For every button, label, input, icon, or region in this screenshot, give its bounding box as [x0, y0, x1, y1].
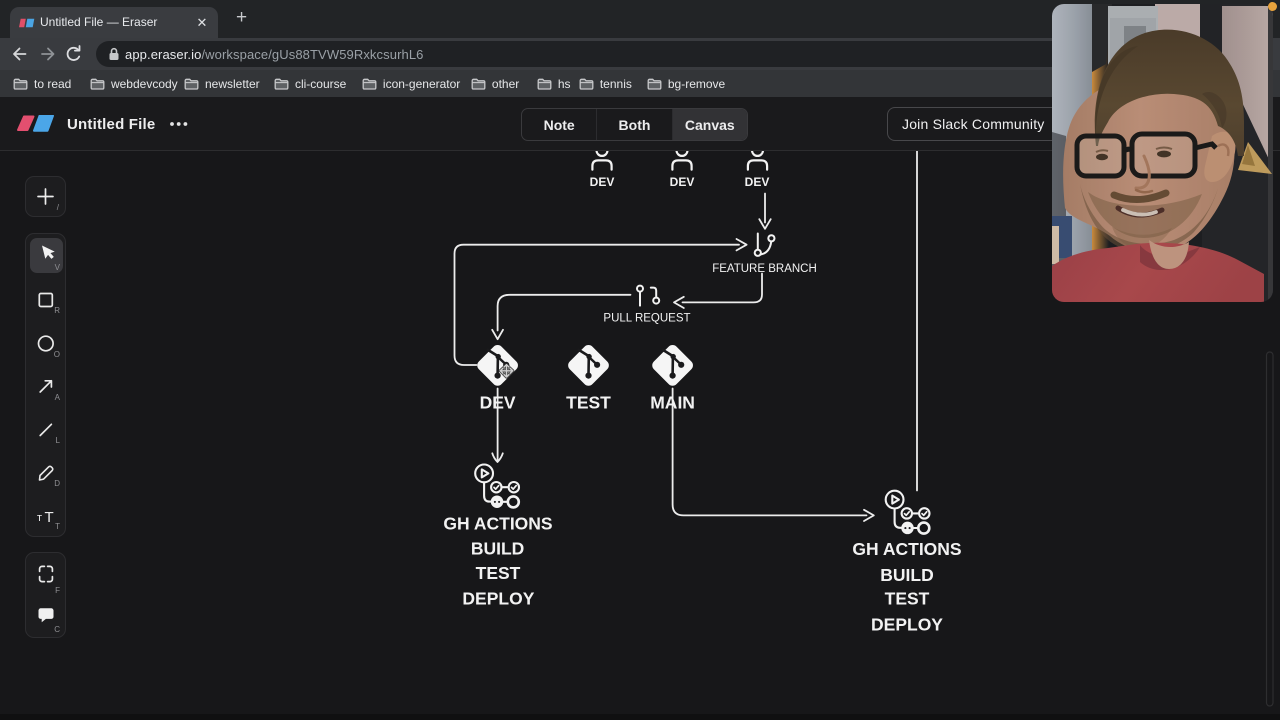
- svg-text:MAIN: MAIN: [650, 392, 695, 412]
- svg-text:DEV: DEV: [480, 392, 516, 412]
- svg-text:BUILD: BUILD: [471, 539, 524, 559]
- svg-text:TEST: TEST: [885, 589, 930, 609]
- svg-text:GH ACTIONS: GH ACTIONS: [852, 539, 961, 559]
- svg-text:т: т: [37, 512, 42, 524]
- svg-text:BUILD: BUILD: [880, 565, 933, 585]
- svg-text:PULL REQUEST: PULL REQUEST: [603, 312, 690, 324]
- svg-text:DEV: DEV: [670, 175, 695, 189]
- svg-text:T: T: [45, 509, 54, 526]
- svg-text:DEV: DEV: [590, 175, 615, 189]
- svg-text:DEV: DEV: [745, 175, 770, 189]
- svg-text:TEST: TEST: [566, 392, 611, 412]
- svg-text:TEST: TEST: [476, 563, 521, 583]
- svg-text:DEPLOY: DEPLOY: [462, 589, 534, 609]
- svg-text:GH ACTIONS: GH ACTIONS: [443, 514, 552, 534]
- svg-text:DEPLOY: DEPLOY: [871, 615, 943, 635]
- svg-text:FEATURE BRANCH: FEATURE BRANCH: [712, 263, 817, 275]
